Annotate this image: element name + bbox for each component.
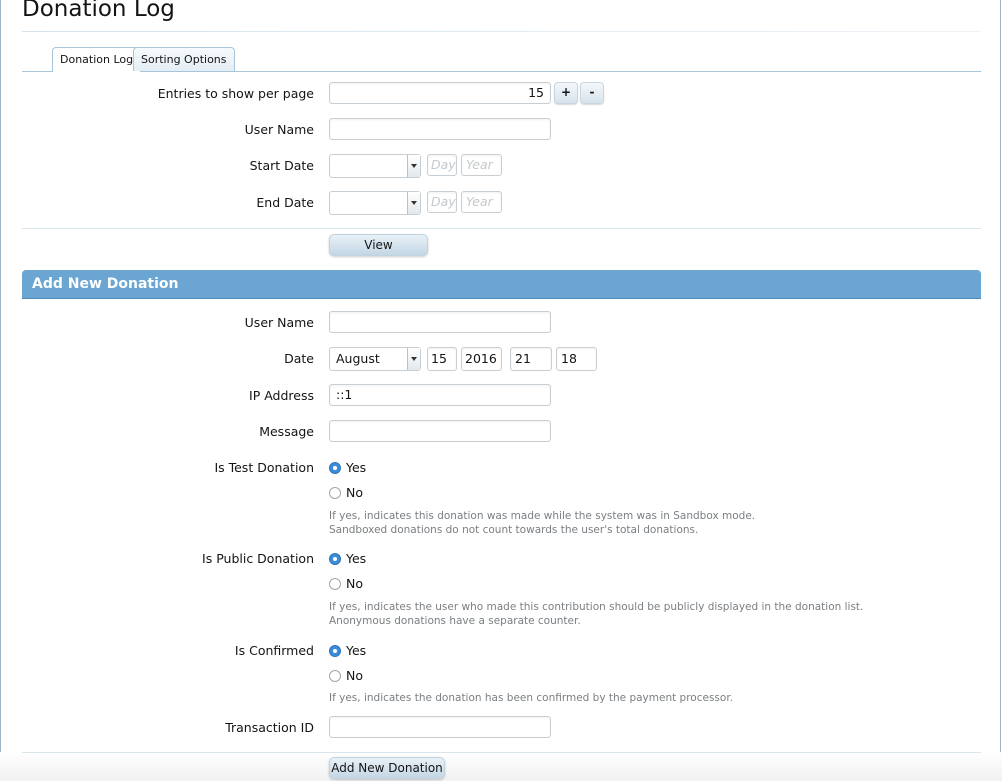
add-year-input[interactable]: 2016 xyxy=(461,347,502,371)
add-day-input[interactable]: 15 xyxy=(427,347,457,371)
message-row: Message xyxy=(0,420,1002,446)
chevron-down-icon xyxy=(407,155,420,177)
entries-row: Entries to show per page 15 + - xyxy=(0,82,1002,108)
start-date-row: Start Date Day Year xyxy=(0,154,1002,180)
public-no-label: No xyxy=(346,576,363,591)
test-donation-label: Is Test Donation xyxy=(214,460,314,475)
entries-label: Entries to show per page xyxy=(157,86,314,101)
confirmed-row: Is Confirmed xyxy=(0,639,1002,665)
end-day-input[interactable]: Day xyxy=(427,191,457,213)
end-date-row: End Date Day Year xyxy=(0,191,1002,217)
public-yes-option[interactable]: Yes xyxy=(329,550,366,568)
confirmed-hint: If yes, indicates the donation has been … xyxy=(329,692,734,704)
test-hint-line-2: Sandboxed donations do not count towards… xyxy=(329,524,699,536)
chevron-down-icon xyxy=(407,192,420,214)
end-date-label: End Date xyxy=(256,195,314,210)
end-day-placeholder: Day xyxy=(431,194,456,209)
public-hint-line-1: If yes, indicates the user who made this… xyxy=(329,601,864,613)
tab-bar: Donation Log Sorting Options xyxy=(22,47,981,72)
add-date-row: Date August 15 2016 21 18 xyxy=(0,347,1002,373)
add-minute-input[interactable]: 18 xyxy=(556,347,597,371)
filter-divider xyxy=(22,228,981,229)
test-yes-radio[interactable] xyxy=(329,462,341,474)
transaction-row: Transaction ID xyxy=(0,716,1002,742)
test-hint: If yes, indicates this donation was made… xyxy=(329,509,889,537)
confirmed-yes-option[interactable]: Yes xyxy=(329,642,366,660)
entries-per-page-input[interactable]: 15 xyxy=(329,82,551,104)
chevron-down-icon xyxy=(407,348,420,370)
tab-donation-log[interactable]: Donation Log xyxy=(52,47,142,72)
view-button[interactable]: View xyxy=(329,234,428,256)
test-yes-label: Yes xyxy=(346,460,367,475)
test-donation-row: Is Test Donation xyxy=(0,456,1002,482)
add-username-row: User Name xyxy=(0,311,1002,337)
filter-username-label: User Name xyxy=(244,122,314,137)
public-no-radio[interactable] xyxy=(329,578,341,590)
start-month-select[interactable] xyxy=(329,154,421,178)
decrement-button[interactable]: - xyxy=(580,82,604,104)
add-hour-input[interactable]: 21 xyxy=(510,347,552,371)
message-input[interactable] xyxy=(329,420,551,442)
increment-button[interactable]: + xyxy=(554,82,578,104)
confirmed-label: Is Confirmed xyxy=(234,643,314,658)
transaction-label: Transaction ID xyxy=(225,720,314,735)
start-year-placeholder: Year xyxy=(466,157,493,172)
public-no-option[interactable]: No xyxy=(329,575,363,593)
public-yes-radio[interactable] xyxy=(329,553,341,565)
ip-row: IP Address ::1 xyxy=(0,384,1002,410)
confirmed-no-option[interactable]: No xyxy=(329,667,363,685)
add-divider xyxy=(22,752,981,753)
end-month-select[interactable] xyxy=(329,191,421,215)
add-username-label: User Name xyxy=(244,315,314,330)
start-day-placeholder: Day xyxy=(431,157,456,172)
add-donation-header: Add New Donation xyxy=(22,270,981,299)
filter-username-input[interactable] xyxy=(329,118,551,140)
confirmed-no-label: No xyxy=(346,668,363,683)
add-username-input[interactable] xyxy=(329,311,551,333)
transaction-id-input[interactable] xyxy=(329,716,551,738)
ip-label: IP Address xyxy=(249,388,314,403)
confirmed-yes-radio[interactable] xyxy=(329,645,341,657)
start-year-input[interactable]: Year xyxy=(461,154,502,176)
start-day-input[interactable]: Day xyxy=(427,154,457,176)
test-no-option[interactable]: No xyxy=(329,484,363,502)
test-no-radio[interactable] xyxy=(329,487,341,499)
confirmed-yes-label: Yes xyxy=(346,643,367,658)
test-no-label: No xyxy=(346,485,363,500)
test-hint-line-1: If yes, indicates this donation was made… xyxy=(329,510,756,522)
public-hint: If yes, indicates the user who made this… xyxy=(329,600,889,628)
public-donation-row: Is Public Donation xyxy=(0,547,1002,573)
test-yes-option[interactable]: Yes xyxy=(329,459,366,477)
add-new-donation-button[interactable]: Add New Donation xyxy=(329,757,445,779)
add-date-label: Date xyxy=(284,351,314,366)
end-year-placeholder: Year xyxy=(466,194,493,209)
message-label: Message xyxy=(259,424,314,439)
add-month-select[interactable]: August xyxy=(329,347,421,371)
public-donation-label: Is Public Donation xyxy=(202,551,314,566)
end-year-input[interactable]: Year xyxy=(461,191,502,213)
public-hint-line-2: Anonymous donations have a separate coun… xyxy=(329,615,581,627)
ip-address-input[interactable]: ::1 xyxy=(329,384,551,406)
title-divider xyxy=(22,31,981,32)
tab-sorting-options[interactable]: Sorting Options xyxy=(133,47,235,71)
confirmed-no-radio[interactable] xyxy=(329,670,341,682)
footer-fade xyxy=(0,752,1002,781)
start-date-label: Start Date xyxy=(249,158,314,173)
public-yes-label: Yes xyxy=(346,551,367,566)
filter-username-row: User Name xyxy=(0,118,1002,144)
page-title: Donation Log xyxy=(22,0,175,22)
add-month-value: August xyxy=(336,351,380,366)
